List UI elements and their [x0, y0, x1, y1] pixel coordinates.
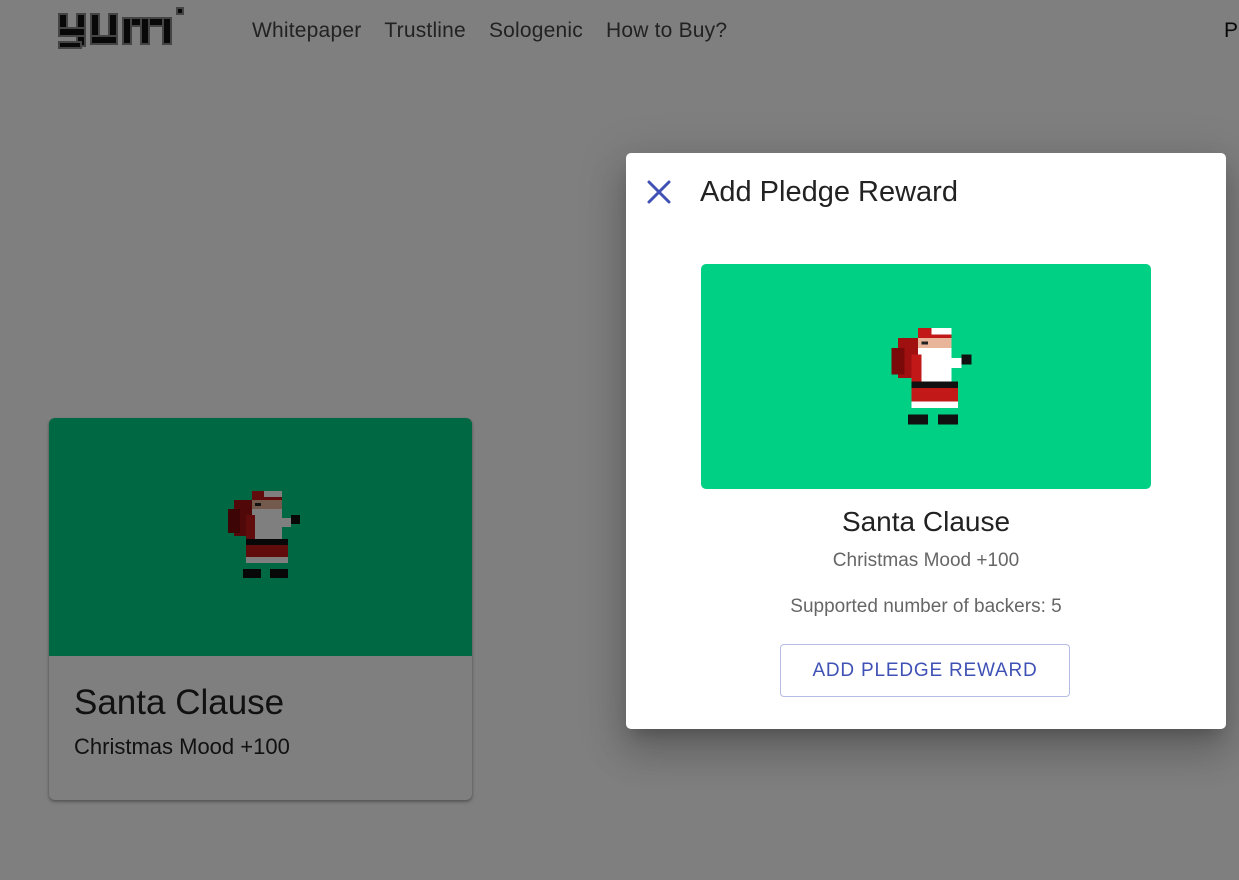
- add-pledge-reward-dialog: Add Pledge Reward Santa Clause Christmas…: [626, 153, 1226, 729]
- dialog-title: Add Pledge Reward: [700, 176, 958, 208]
- reward-description: Christmas Mood +100: [832, 550, 1020, 571]
- add-pledge-reward-button[interactable]: ADD PLEDGE REWARD: [780, 644, 1070, 697]
- close-icon: [647, 180, 671, 204]
- reward-name: Santa Clause: [841, 506, 1011, 537]
- backers-info: Supported number of backers: 5: [626, 596, 1226, 618]
- close-button[interactable]: [644, 177, 674, 207]
- backers-count: 5: [1051, 596, 1062, 617]
- backers-label: Supported number of backers:: [790, 596, 1052, 617]
- reward-media: [701, 264, 1151, 489]
- santa-sprite-icon: [891, 328, 972, 425]
